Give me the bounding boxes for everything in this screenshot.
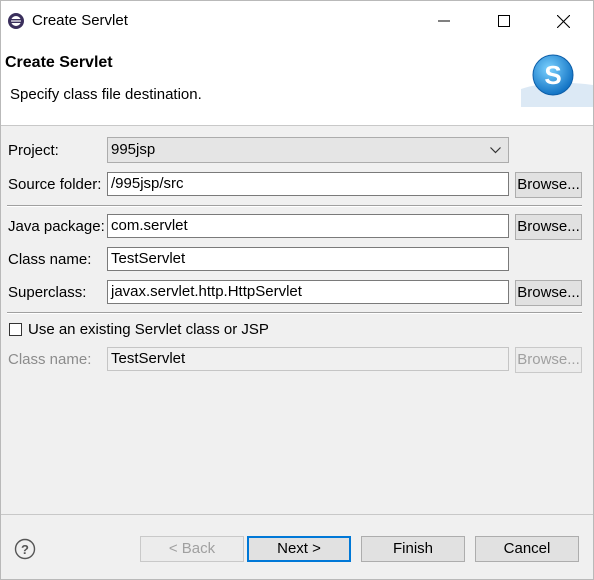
maximize-button[interactable] [481, 1, 527, 41]
window-title: Create Servlet [32, 12, 128, 29]
project-combo[interactable]: 995jsp [107, 137, 509, 163]
close-button[interactable] [540, 1, 586, 41]
svg-text:?: ? [21, 542, 29, 557]
existing-class-name-field[interactable]: TestServlet [107, 347, 509, 371]
finish-button[interactable]: Finish [361, 536, 465, 562]
svg-text:S: S [544, 60, 561, 90]
title-bar: Create Servlet [1, 1, 593, 41]
existing-class-browse-button[interactable]: Browse... [515, 347, 582, 373]
help-icon[interactable]: ? [14, 538, 36, 560]
java-package-label: Java package: [8, 218, 105, 235]
eclipse-app-icon [8, 13, 24, 29]
use-existing-class-checkbox[interactable] [9, 323, 22, 336]
next-button[interactable]: Next > [247, 536, 351, 562]
back-button[interactable]: < Back [140, 536, 244, 562]
close-icon [556, 14, 570, 28]
page-description: Specify class file destination. [10, 86, 202, 103]
class-name-field[interactable]: TestServlet [107, 247, 509, 271]
project-combo-value: 995jsp [111, 141, 156, 158]
separator [7, 312, 582, 314]
use-existing-class-label[interactable]: Use an existing Servlet class or JSP [28, 321, 269, 338]
footer-separator [1, 514, 593, 515]
superclass-label: Superclass: [8, 284, 87, 301]
wizard-header: Create Servlet Specify class file destin… [1, 41, 593, 126]
cancel-button[interactable]: Cancel [475, 536, 579, 562]
source-folder-browse-button[interactable]: Browse... [515, 172, 582, 198]
chevron-down-icon [490, 147, 501, 154]
existing-class-name-label: Class name: [8, 351, 92, 368]
source-folder-field[interactable]: /995jsp/src [107, 172, 509, 196]
superclass-field[interactable]: javax.servlet.http.HttpServlet [107, 280, 509, 304]
source-folder-label: Source folder: [8, 176, 102, 193]
separator [7, 205, 582, 207]
project-label: Project: [8, 142, 59, 159]
class-name-label: Class name: [8, 251, 92, 268]
servlet-wizard-logo-icon: S [521, 54, 593, 107]
superclass-browse-button[interactable]: Browse... [515, 280, 582, 306]
minimize-button[interactable] [421, 1, 467, 41]
maximize-icon [498, 15, 510, 27]
minimize-icon [438, 20, 450, 22]
java-package-field[interactable]: com.servlet [107, 214, 509, 238]
java-package-browse-button[interactable]: Browse... [515, 214, 582, 240]
page-title: Create Servlet [5, 54, 113, 71]
create-servlet-dialog: Create Servlet Create Servlet Specify cl… [0, 0, 594, 580]
